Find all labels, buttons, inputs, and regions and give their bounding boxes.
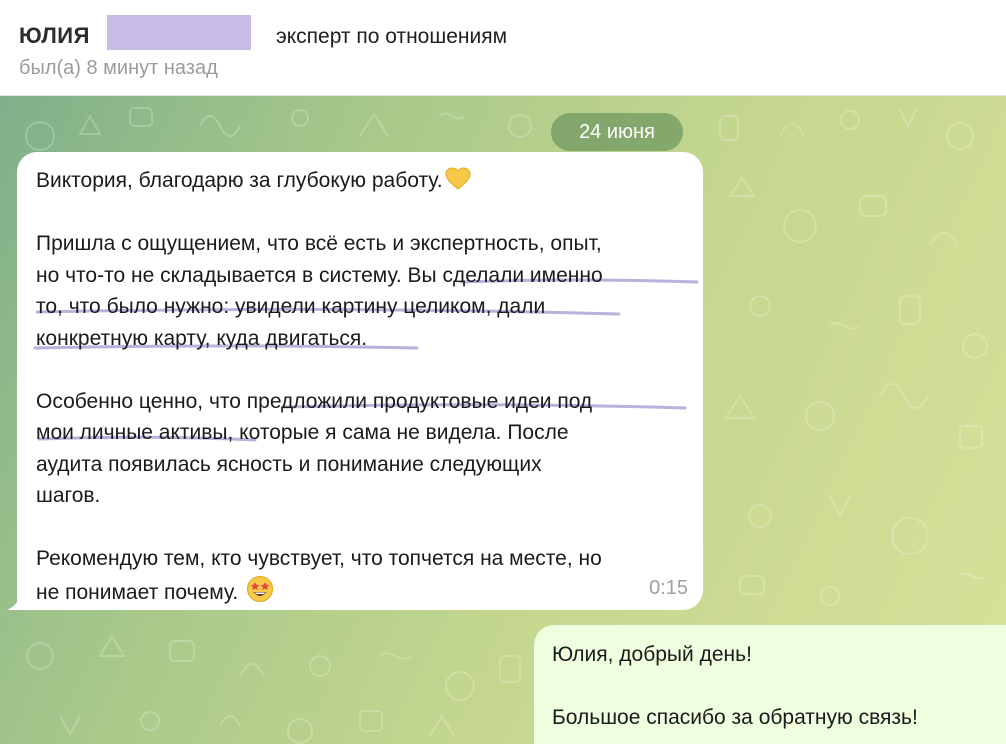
message-line: то, что было нужно: увидели картину цели… bbox=[36, 295, 546, 318]
message-line: Пришла с ощущением, что всё есть и экспе… bbox=[36, 232, 602, 255]
message-line: конкретную карту, куда двигаться. bbox=[36, 326, 368, 350]
redacted-name bbox=[107, 15, 251, 50]
message-time: 0:15 bbox=[649, 577, 688, 599]
bubble-tail bbox=[7, 594, 21, 610]
chat-area[interactable]: 24 июня Виктория, благодарю за глубокую … bbox=[0, 96, 1006, 744]
last-seen-status: был(а) 8 минут назад bbox=[19, 57, 218, 79]
message-line: шагов. bbox=[36, 484, 101, 507]
message-line: мои личные активы, которые я сама не вид… bbox=[36, 421, 569, 444]
message-line: но что-то не складывается в систему. Вы … bbox=[36, 263, 603, 287]
message-line: Рекомендую тем, кто чувствует, что топче… bbox=[36, 547, 602, 570]
date-badge: 24 июня bbox=[551, 113, 683, 151]
message-line: аудита появилась ясность и понимание сле… bbox=[36, 452, 542, 476]
outgoing-message-bubble[interactable]: Юлия, добрый день! Большое спасибо за об… bbox=[534, 625, 1006, 744]
outgoing-message-text: Юлия, добрый день! Большое спасибо за об… bbox=[552, 639, 918, 734]
message-line: Особенно ценно, что предложили продуктов… bbox=[36, 389, 593, 413]
contact-name[interactable]: ЮЛИЯ bbox=[19, 22, 90, 50]
yellow-heart-icon bbox=[445, 167, 471, 190]
star-struck-icon bbox=[247, 575, 273, 602]
contact-subtitle: эксперт по отношениям bbox=[276, 25, 508, 48]
incoming-message-text: Виктория, благодарю за глубокую работу. … bbox=[36, 165, 696, 608]
message-line: Виктория, благодарю за глубокую работу. bbox=[36, 169, 443, 192]
message-line: Большое спасибо за обратную связь! bbox=[552, 706, 918, 729]
chat-header: ЮЛИЯ эксперт по отношениям был(а) 8 мину… bbox=[0, 0, 1006, 96]
message-line: не понимает почему. bbox=[36, 580, 239, 604]
incoming-message-bubble[interactable]: Виктория, благодарю за глубокую работу. … bbox=[7, 152, 703, 610]
message-line: Юлия, добрый день! bbox=[552, 643, 752, 666]
